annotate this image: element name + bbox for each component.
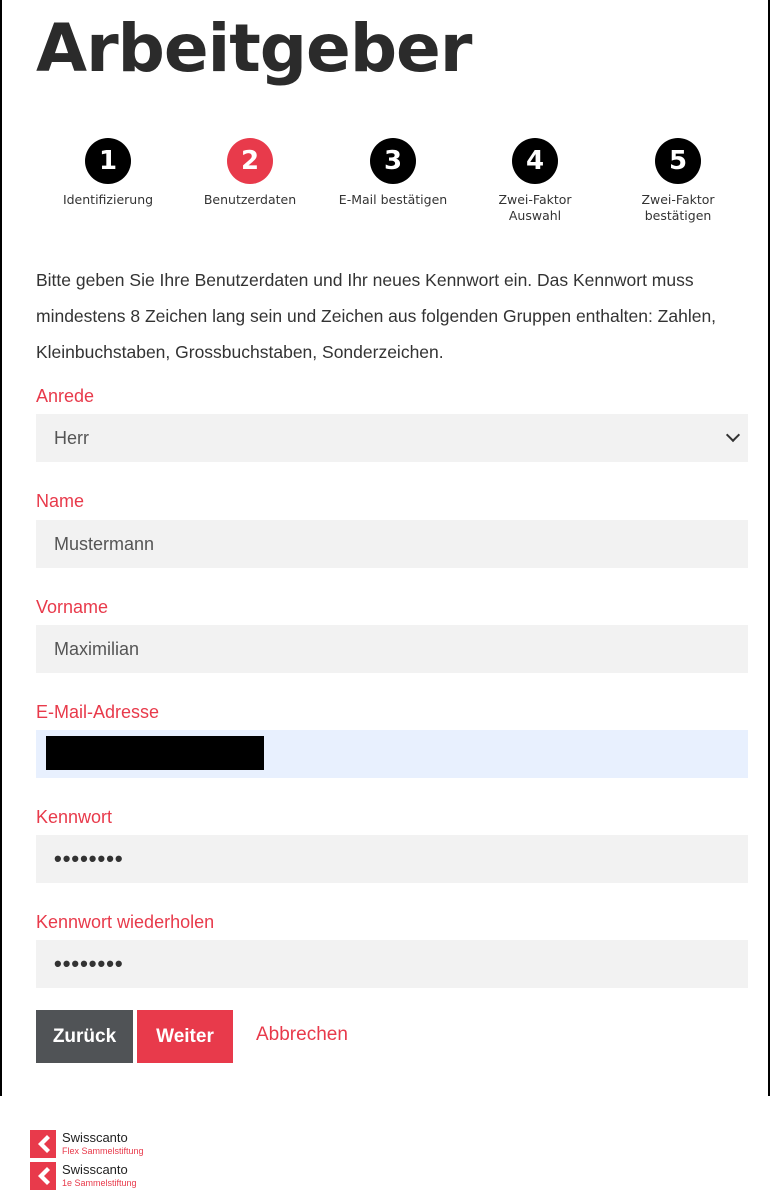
step-label: Identifizierung	[62, 192, 154, 207]
step-label: Zwei-Faktor bestätigen	[641, 192, 715, 223]
step-number: 3	[370, 138, 416, 184]
salutation-label: Anrede	[36, 386, 95, 406]
cancel-link[interactable]: Abbrechen	[256, 1024, 348, 1046]
logo-subtitle: 1e Sammelstiftung	[62, 1178, 137, 1188]
name-label: Name	[36, 491, 85, 511]
next-button[interactable]: Weiter	[137, 1010, 233, 1063]
password-label: Kennwort	[36, 807, 113, 827]
first-name-field[interactable]: Maximilian	[36, 625, 748, 673]
step-4: 4 Zwei-Faktor Auswahl	[470, 138, 600, 224]
step-label: Zwei-Faktor Auswahl	[498, 192, 572, 223]
step-3: 3 E-Mail bestätigen	[328, 138, 458, 208]
email-field[interactable]	[36, 730, 748, 778]
first-name-label: Vorname	[36, 597, 109, 617]
name-field[interactable]: Mustermann	[36, 520, 748, 568]
step-5: 5 Zwei-Faktor bestätigen	[613, 138, 743, 224]
swisscanto-logo-icon	[30, 1162, 56, 1190]
redaction-box	[46, 736, 264, 770]
step-label: Benutzerdaten	[203, 192, 297, 207]
stepper: 1 Identifizierung 2 Benutzerdaten 3 E-Ma…	[36, 138, 748, 238]
logo-subtitle: Flex Sammelstiftung	[62, 1146, 144, 1156]
back-button[interactable]: Zurück	[36, 1010, 133, 1063]
intro-text: Bitte geben Sie Ihre Benutzerdaten und I…	[36, 270, 717, 362]
step-number: 2	[227, 138, 273, 184]
swisscanto-logo-icon	[30, 1130, 56, 1158]
step-number: 1	[85, 138, 131, 184]
logo-name: Swisscanto	[62, 1130, 128, 1145]
password-repeat-value: ••••••••	[54, 951, 124, 976]
chevron-down-icon	[725, 427, 741, 443]
swisscanto-flex-logo: Swisscanto Flex Sammelstiftung	[30, 1130, 170, 1162]
swisscanto-1e-logo: Swisscanto 1e Sammelstiftung	[30, 1162, 170, 1194]
salutation-value: Herr	[54, 428, 89, 448]
password-field[interactable]: ••••••••	[36, 835, 748, 883]
password-repeat-label: Kennwort wiederholen	[36, 912, 215, 932]
step-label: E-Mail bestätigen	[338, 192, 448, 207]
salutation-select[interactable]: Herr	[36, 414, 748, 462]
password-repeat-field[interactable]: ••••••••	[36, 940, 748, 988]
email-label: E-Mail-Adresse	[36, 702, 160, 722]
step-1: 1 Identifizierung	[43, 138, 173, 208]
step-number: 4	[512, 138, 558, 184]
page-title: Arbeitgeber	[36, 10, 472, 87]
first-name-value: Maximilian	[54, 639, 140, 659]
name-value: Mustermann	[54, 534, 155, 554]
step-number: 5	[655, 138, 701, 184]
logo-name: Swisscanto	[62, 1162, 128, 1177]
step-2: 2 Benutzerdaten	[185, 138, 315, 208]
password-value: ••••••••	[54, 846, 124, 871]
